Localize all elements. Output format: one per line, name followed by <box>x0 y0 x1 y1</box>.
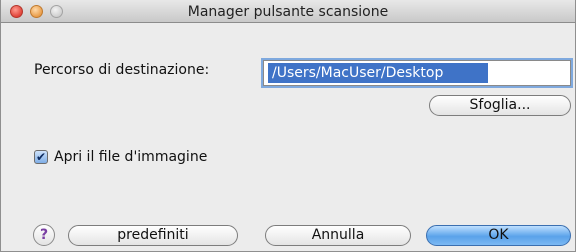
ok-button[interactable]: OK <box>426 225 571 246</box>
window-title: Manager pulsante scansione <box>187 4 389 20</box>
destination-path-field[interactable] <box>263 60 571 86</box>
open-image-checkbox[interactable]: ✔ <box>34 150 48 164</box>
titlebar: Manager pulsante scansione <box>1 0 575 23</box>
browse-button[interactable]: Sfoglia... <box>429 95 571 116</box>
destination-label: Percorso di destinazione: <box>34 62 210 78</box>
destination-path-input[interactable] <box>268 63 488 83</box>
help-icon[interactable]: ? <box>33 224 55 246</box>
defaults-button[interactable]: predefiniti <box>68 225 238 246</box>
open-image-label: Apri il file d'immagine <box>54 149 208 165</box>
scan-button-manager-window: Manager pulsante scansione Percorso di d… <box>0 0 576 252</box>
cancel-button[interactable]: Annulla <box>265 225 411 246</box>
